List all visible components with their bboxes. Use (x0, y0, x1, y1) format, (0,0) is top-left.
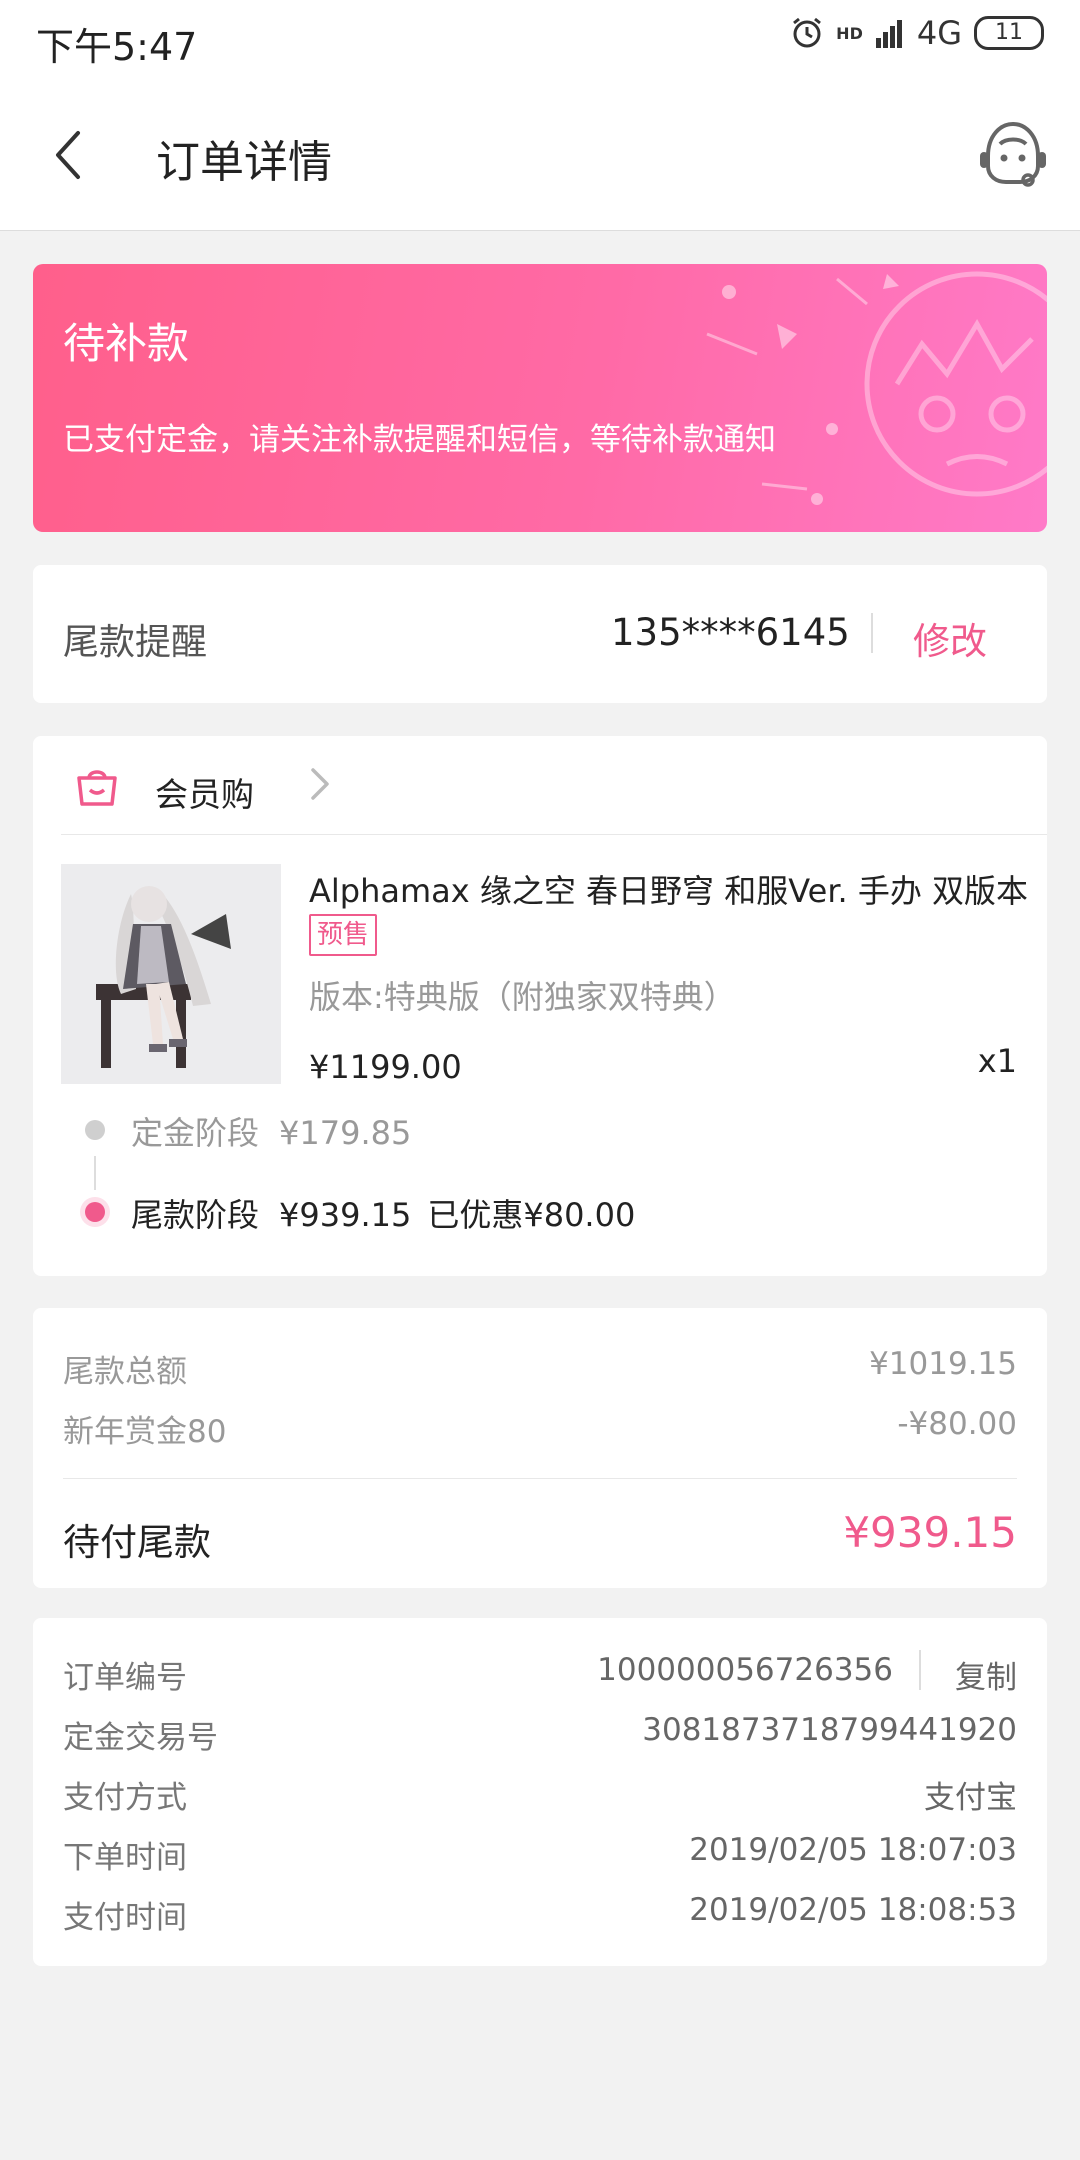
reminder-phone: 135****6145 (611, 611, 850, 654)
edit-phone-button[interactable]: 修改 (913, 611, 987, 665)
signal-hd-label: HD (836, 23, 863, 43)
deposit-stage-value: ¥179.85 (279, 1114, 412, 1152)
balance-stage-discount: 已优惠¥80.00 (427, 1196, 636, 1234)
order-status-banner: 待补款 已支付定金，请关注补款提醒和短信，等待补款通知 (33, 264, 1047, 532)
mascot-decoration-icon (706, 271, 1047, 505)
amount-due-label: 待付尾款 (63, 1521, 211, 1564)
shop-header[interactable]: 会员购 (61, 736, 1047, 835)
product-price: ¥1199.00 (309, 1048, 462, 1086)
deposit-stage-dot (85, 1120, 105, 1140)
order-number-label: 订单编号 (63, 1660, 187, 1696)
back-arrow-icon[interactable] (48, 125, 98, 185)
bonus-value: -¥80.00 (897, 1406, 1017, 1442)
battery-icon: 11 (974, 16, 1044, 50)
deposit-stage: 定金阶段 ¥179.85 (131, 1108, 411, 1154)
shopping-bag-icon (77, 770, 117, 806)
balance-total-value: ¥1019.15 (869, 1346, 1017, 1382)
order-number-value: 100000056726356 (597, 1652, 893, 1688)
customer-service-icon[interactable] (976, 118, 1050, 190)
amount-due-value: ¥939.15 (843, 1508, 1017, 1557)
payment-method-row: 支付方式 支付宝 (63, 1772, 1017, 1817)
product-spec: 版本:特典版（附独家双特典） (309, 978, 736, 1016)
balance-stage-value: ¥939.15 (279, 1196, 412, 1234)
product-image[interactable] (61, 864, 281, 1084)
deposit-stage-label: 定金阶段 (131, 1114, 260, 1152)
deposit-transaction-label: 定金交易号 (63, 1720, 218, 1756)
status-time: 下午5:47 (36, 25, 198, 69)
deposit-transaction-value: 3081873718799441920 (642, 1712, 1017, 1748)
order-time-label: 下单时间 (63, 1840, 187, 1876)
stage-connector (94, 1156, 96, 1190)
balance-stage-dot (85, 1202, 105, 1222)
product-title[interactable]: Alphamax 缘之空 春日野穹 和服Ver. 手办 双版本 (309, 866, 1029, 912)
order-goods-card: 会员购 Alphamax 缘之空 春日野穹 和服Ver. 手办 双版本 预售 版… (33, 736, 1047, 1276)
shop-name: 会员购 (155, 775, 254, 814)
status-icons: HD 4G 11 (790, 14, 1044, 52)
deposit-transaction-row: 定金交易号 3081873718799441920 (63, 1712, 1017, 1757)
divider (919, 1650, 921, 1690)
balance-total-row: 尾款总额 ¥1019.15 (63, 1346, 1017, 1391)
payment-summary-card: 尾款总额 ¥1019.15 新年赏金80 -¥80.00 待付尾款 ¥939.1… (33, 1308, 1047, 1588)
top-nav-bar: 订单详情 (0, 80, 1080, 231)
balance-stage-label: 尾款阶段 (131, 1196, 260, 1234)
balance-total-label: 尾款总额 (63, 1354, 187, 1390)
network-type: 4G (916, 14, 962, 52)
balance-reminder-card: 尾款提醒 135****6145 修改 (33, 565, 1047, 703)
balance-stage: 尾款阶段 ¥939.15 已优惠¥80.00 (131, 1190, 635, 1236)
bonus-label: 新年赏金80 (63, 1414, 227, 1450)
payment-time-value: 2019/02/05 18:08:53 (689, 1892, 1017, 1928)
order-number-row: 订单编号 100000056726356 复制 (63, 1650, 1017, 1697)
page-title: 订单详情 (156, 137, 332, 188)
payment-time-row: 支付时间 2019/02/05 18:08:53 (63, 1892, 1017, 1937)
divider (63, 1478, 1017, 1479)
alarm-icon (793, 17, 822, 48)
payment-method-value: 支付宝 (924, 1780, 1017, 1816)
divider (871, 613, 873, 653)
payment-method-label: 支付方式 (63, 1780, 187, 1816)
product-quantity: x1 (977, 1042, 1017, 1080)
order-time-row: 下单时间 2019/02/05 18:07:03 (63, 1832, 1017, 1877)
order-status: 待补款 (63, 319, 190, 368)
status-bar: 下午5:47 HD 4G 11 (0, 0, 1080, 80)
reminder-label: 尾款提醒 (63, 622, 208, 663)
payment-time-label: 支付时间 (63, 1900, 187, 1936)
chevron-right-icon (311, 768, 329, 800)
presale-tag: 预售 (309, 914, 378, 956)
order-info-card: 订单编号 100000056726356 复制 定金交易号 3081873718… (33, 1618, 1047, 1966)
order-time-value: 2019/02/05 18:07:03 (689, 1832, 1017, 1868)
signal-icon (875, 20, 902, 48)
bonus-row: 新年赏金80 -¥80.00 (63, 1406, 1017, 1451)
copy-order-number-button[interactable]: 复制 (955, 1652, 1017, 1697)
